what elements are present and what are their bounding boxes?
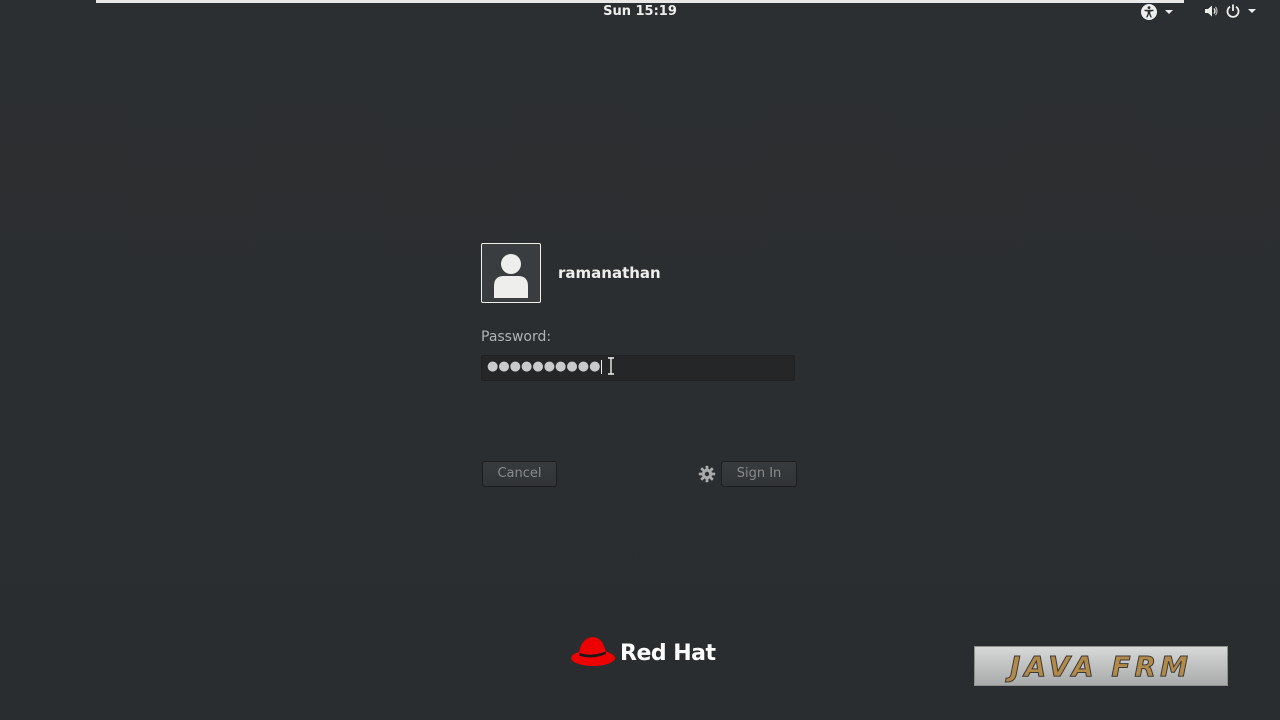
redhat-logo: Red Hat — [570, 633, 716, 673]
text-caret — [601, 359, 603, 374]
top-bar: Sun 15:19 — [0, 0, 1280, 24]
system-menu[interactable] — [1203, 3, 1257, 19]
sign-in-button[interactable]: Sign In — [721, 461, 797, 487]
button-row: Cancel Sign In — [481, 461, 797, 489]
volume-icon — [1203, 3, 1219, 19]
login-dialog: ramanathan Password: ●●●●●●●●●● Cancel S… — [481, 243, 797, 487]
user-icon — [494, 254, 528, 298]
password-label: Password: — [481, 329, 552, 345]
channel-watermark: JAVA FRM — [974, 646, 1228, 686]
user-row: ramanathan — [481, 243, 797, 303]
watermark-text: JAVA FRM — [1010, 649, 1192, 683]
password-mask: ●●●●●●●●●● — [487, 359, 603, 374]
chevron-down-icon — [1247, 6, 1257, 16]
power-icon — [1225, 3, 1241, 19]
avatar — [481, 243, 541, 303]
ibeam-cursor-icon — [607, 357, 615, 379]
gear-icon[interactable] — [698, 465, 716, 487]
password-input[interactable]: ●●●●●●●●●● — [481, 355, 795, 381]
cancel-button[interactable]: Cancel — [482, 461, 557, 487]
red-hat-icon — [570, 633, 616, 673]
clock[interactable]: Sun 15:19 — [0, 4, 1280, 19]
accessibility-icon — [1140, 3, 1158, 21]
brand-name: Red Hat — [620, 640, 716, 666]
username: ramanathan — [558, 264, 661, 282]
password-dots: ●●●●●●●●●● — [487, 359, 601, 374]
accessibility-menu[interactable] — [1140, 3, 1174, 21]
chevron-down-icon — [1164, 7, 1174, 17]
